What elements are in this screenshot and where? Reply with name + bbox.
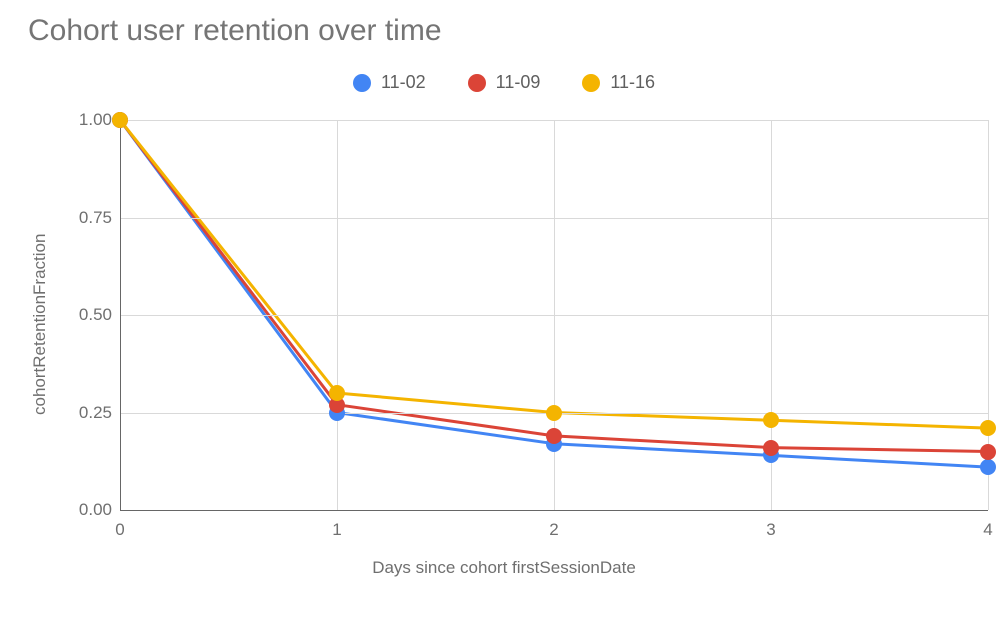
ytick-label: 0.75 [62,208,112,228]
yaxis-title: cohortRetentionFraction [30,234,50,415]
y-axis-line [120,120,121,510]
data-marker [546,428,562,444]
ytick-label: 0.00 [62,500,112,520]
xtick-label: 3 [766,520,775,540]
xtick-label: 2 [549,520,558,540]
data-marker [329,385,345,401]
data-marker [112,112,128,128]
data-marker [546,405,562,421]
data-marker [763,412,779,428]
x-axis-line [120,510,988,511]
chart-lines [0,0,1008,623]
data-marker [980,459,996,475]
data-marker [763,440,779,456]
ytick-label: 0.50 [62,305,112,325]
ytick-label: 0.25 [62,403,112,423]
plot-area: 0.00 0.25 0.50 0.75 1.00 0 1 2 3 4 [0,0,1008,623]
xtick-label: 1 [332,520,341,540]
ytick-label: 1.00 [62,110,112,130]
xtick-label: 4 [983,520,992,540]
data-marker [980,444,996,460]
xtick-label: 0 [115,520,124,540]
gridline-v [337,120,338,510]
data-marker [980,420,996,436]
xaxis-title: Days since cohort firstSessionDate [0,558,1008,578]
